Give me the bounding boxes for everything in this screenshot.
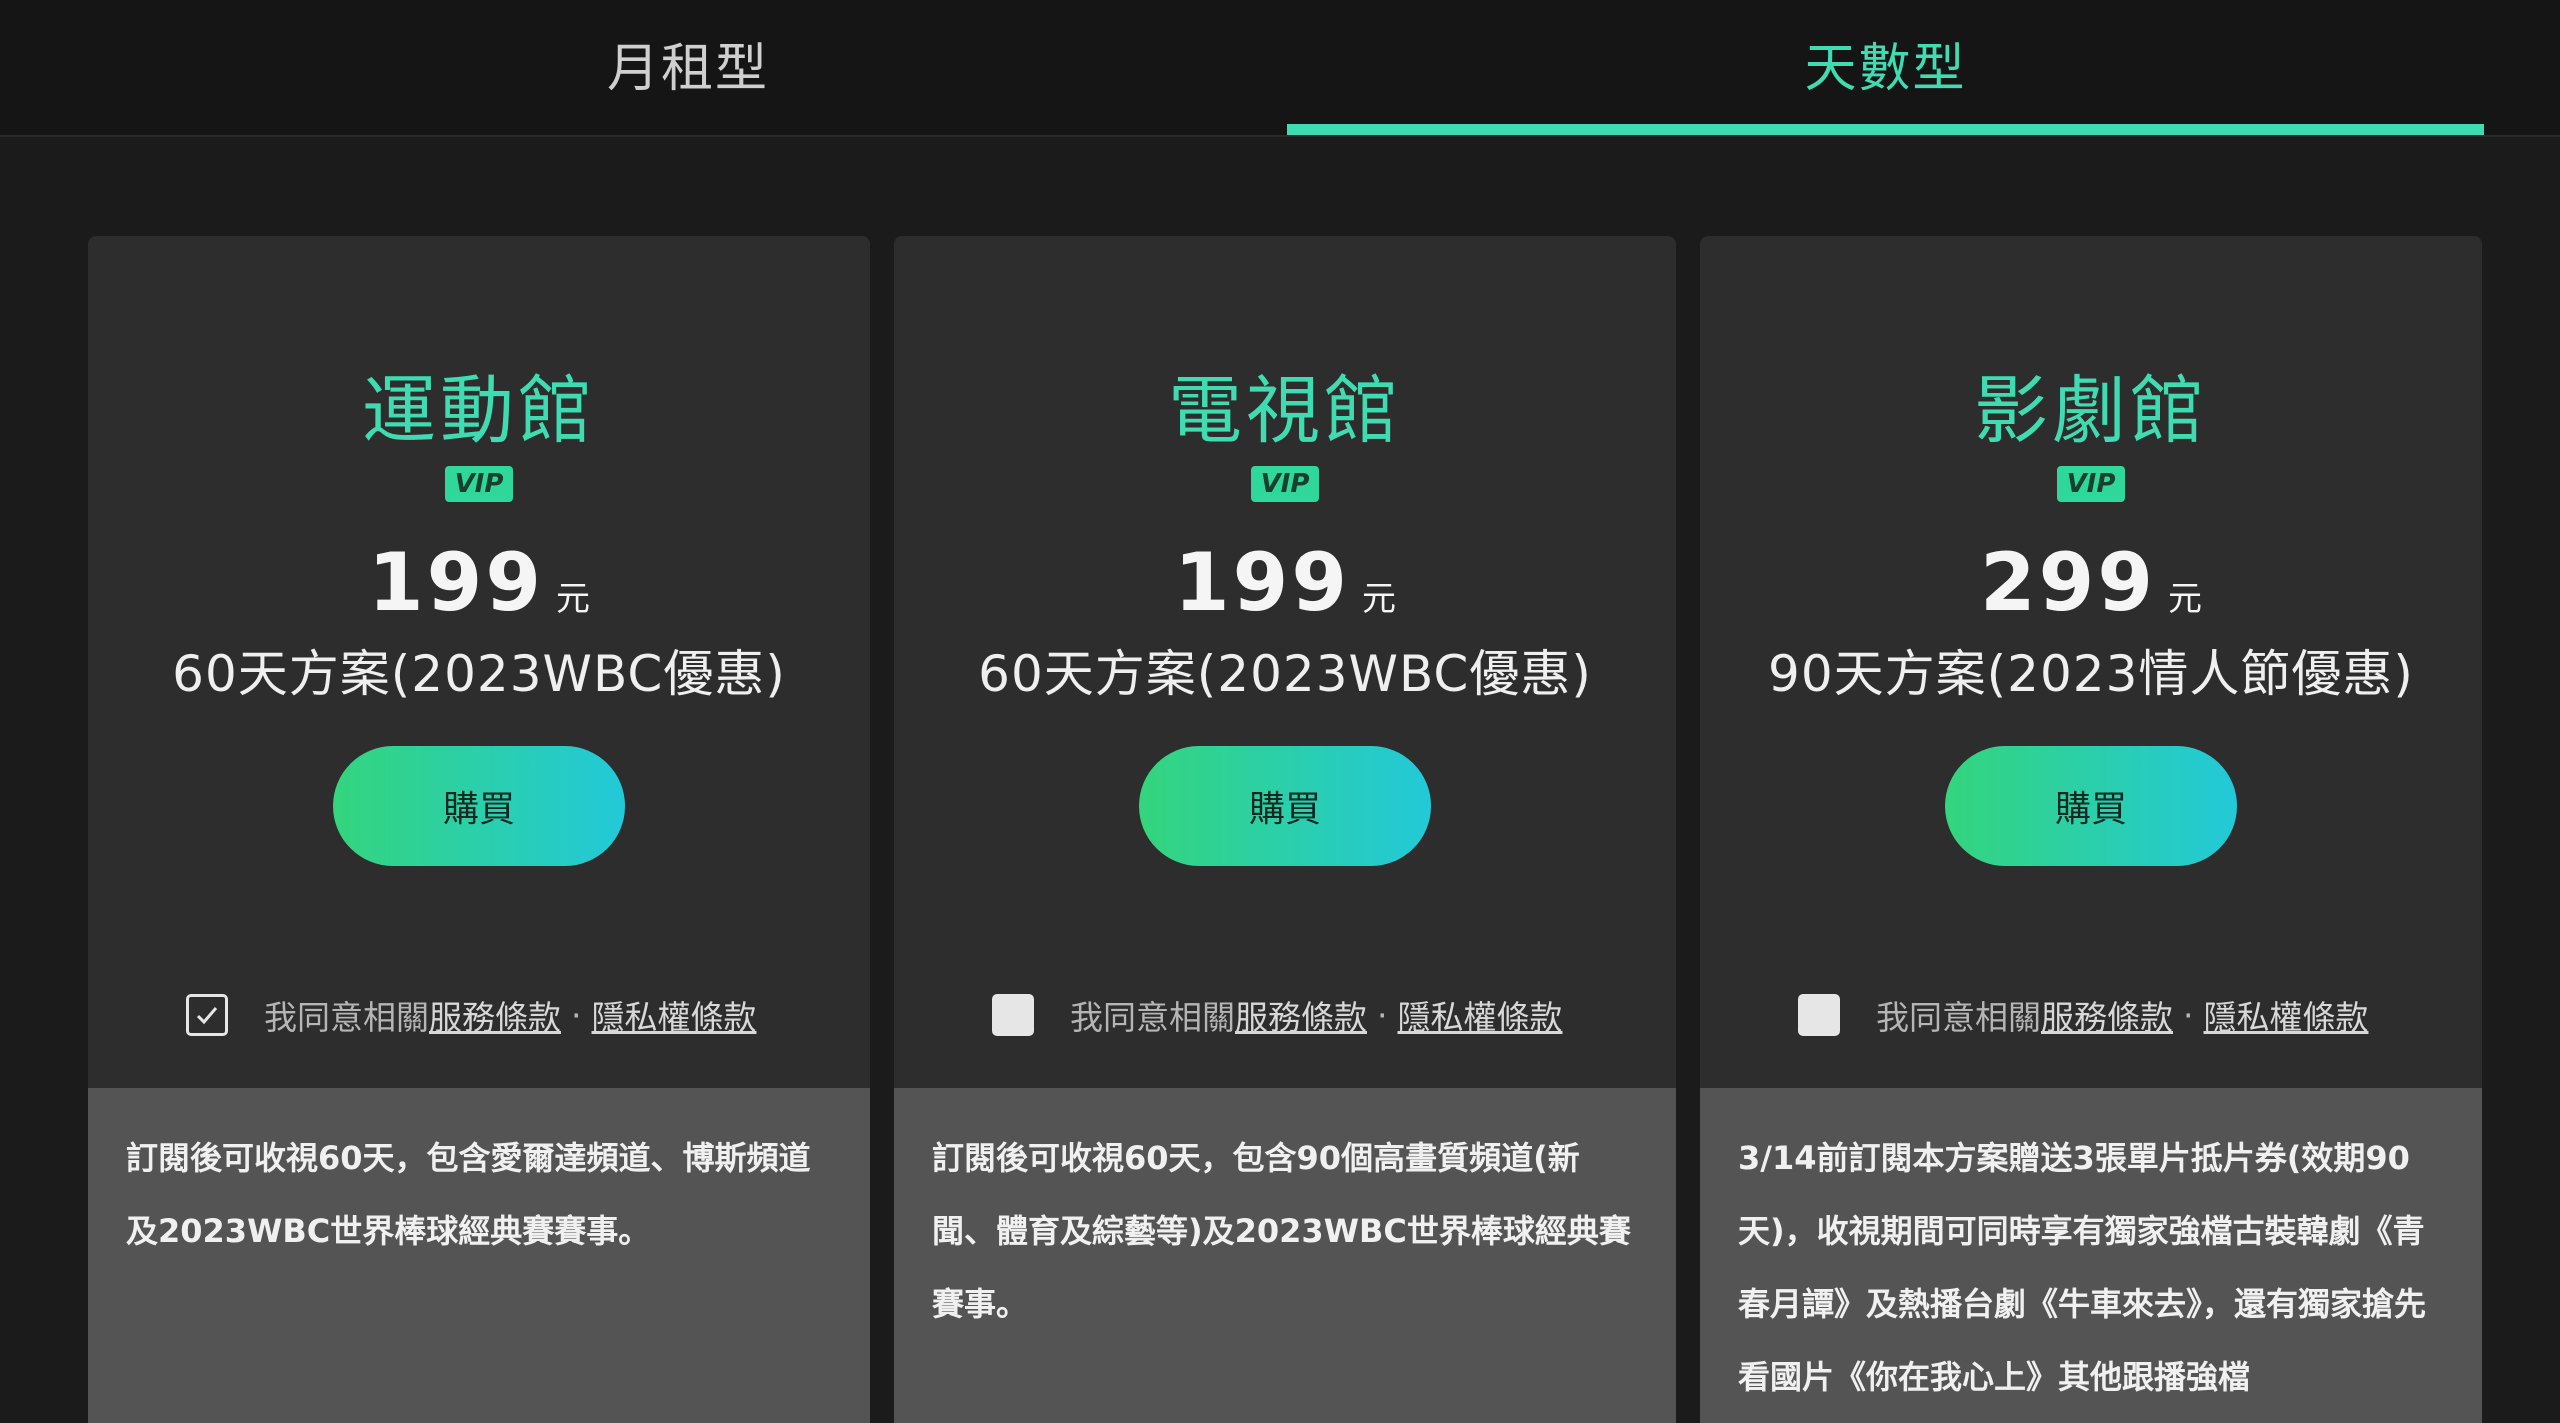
price-unit: 元 <box>2168 579 2202 619</box>
plan-title: 電視館 <box>1168 368 1402 454</box>
plan-name: 90天方案(2023情人節優惠) <box>1768 645 2414 703</box>
terms-of-service-link[interactable]: 服務條款 <box>1235 991 1367 1039</box>
plan-title: 運動館 <box>362 368 596 454</box>
plan-card-header: 電視館 VIP 199 元 60天方案(2023WBC優惠) 購買 我同意相關 服… <box>894 236 1676 1088</box>
plan-name: 60天方案(2023WBC優惠) <box>172 645 786 703</box>
link-separator: · <box>2183 995 2194 1035</box>
agree-text: 我同意相關 <box>1070 998 1235 1037</box>
agree-checkbox[interactable] <box>186 994 228 1036</box>
price-value: 199 <box>1174 536 1350 629</box>
plan-description: 訂閱後可收視60天，包含90個高畫質頻道(新聞、體育及綜藝等)及2023WBC世… <box>894 1088 1676 1423</box>
price-row: 199 元 <box>894 536 1676 629</box>
buy-button[interactable]: 購買 <box>1945 746 2237 866</box>
privacy-policy-link[interactable]: 隱私權條款 <box>592 991 757 1039</box>
price-value: 299 <box>1980 536 2156 629</box>
terms-of-service-link[interactable]: 服務條款 <box>429 991 561 1039</box>
plan-card-tv: 電視館 VIP 199 元 60天方案(2023WBC優惠) 購買 我同意相關 服… <box>894 236 1676 1423</box>
buy-button[interactable]: 購買 <box>1139 746 1431 866</box>
privacy-policy-link[interactable]: 隱私權條款 <box>2204 991 2369 1039</box>
agree-text: 我同意相關 <box>1876 998 2041 1037</box>
plan-description: 3/14前訂閱本方案贈送3張單片抵片券(效期90天)，收視期間可同時享有獨家強檔… <box>1700 1088 2482 1423</box>
agree-terms-row: 我同意相關 服務條款 · 隱私權條款 <box>992 988 1563 1042</box>
plan-card-header: 運動館 VIP 199 元 60天方案(2023WBC優惠) 購買 我同意相關 服… <box>88 236 870 1088</box>
agree-text: 我同意相關 <box>264 998 429 1037</box>
tab-monthly[interactable]: 月租型 <box>90 0 1286 137</box>
agree-checkbox[interactable] <box>992 994 1034 1036</box>
plan-type-tabs: 月租型 天數型 <box>0 0 2560 137</box>
buy-button[interactable]: 購買 <box>333 746 625 866</box>
price-unit: 元 <box>556 579 590 619</box>
price-value: 199 <box>368 536 544 629</box>
price-row: 199 元 <box>88 536 870 629</box>
price-unit: 元 <box>1362 579 1396 619</box>
active-tab-indicator <box>1287 124 2484 135</box>
plan-name: 60天方案(2023WBC優惠) <box>978 645 1592 703</box>
vip-badge: VIP <box>1251 466 1319 502</box>
agree-checkbox[interactable] <box>1798 994 1840 1036</box>
terms-of-service-link[interactable]: 服務條款 <box>2041 991 2173 1039</box>
plan-title: 影劇館 <box>1974 368 2208 454</box>
plan-card-drama: 影劇館 VIP 299 元 90天方案(2023情人節優惠) 購買 我同意相關 服… <box>1700 236 2482 1423</box>
privacy-policy-link[interactable]: 隱私權條款 <box>1398 991 1563 1039</box>
agree-terms-row: 我同意相關 服務條款 · 隱私權條款 <box>186 988 757 1042</box>
agree-terms-row: 我同意相關 服務條款 · 隱私權條款 <box>1798 988 2369 1042</box>
plan-card-header: 影劇館 VIP 299 元 90天方案(2023情人節優惠) 購買 我同意相關 服… <box>1700 236 2482 1088</box>
vip-badge: VIP <box>445 466 513 502</box>
link-separator: · <box>1377 995 1388 1035</box>
plan-description: 訂閱後可收視60天，包含愛爾達頻道、博斯頻道及2023WBC世界棒球經典賽賽事。 <box>88 1088 870 1423</box>
tab-days[interactable]: 天數型 <box>1287 0 2484 137</box>
checkmark-icon <box>196 1007 218 1025</box>
price-row: 299 元 <box>1700 536 2482 629</box>
plan-card-sports: 運動館 VIP 199 元 60天方案(2023WBC優惠) 購買 我同意相關 服… <box>88 236 870 1423</box>
link-separator: · <box>571 995 582 1035</box>
vip-badge: VIP <box>2057 466 2125 502</box>
